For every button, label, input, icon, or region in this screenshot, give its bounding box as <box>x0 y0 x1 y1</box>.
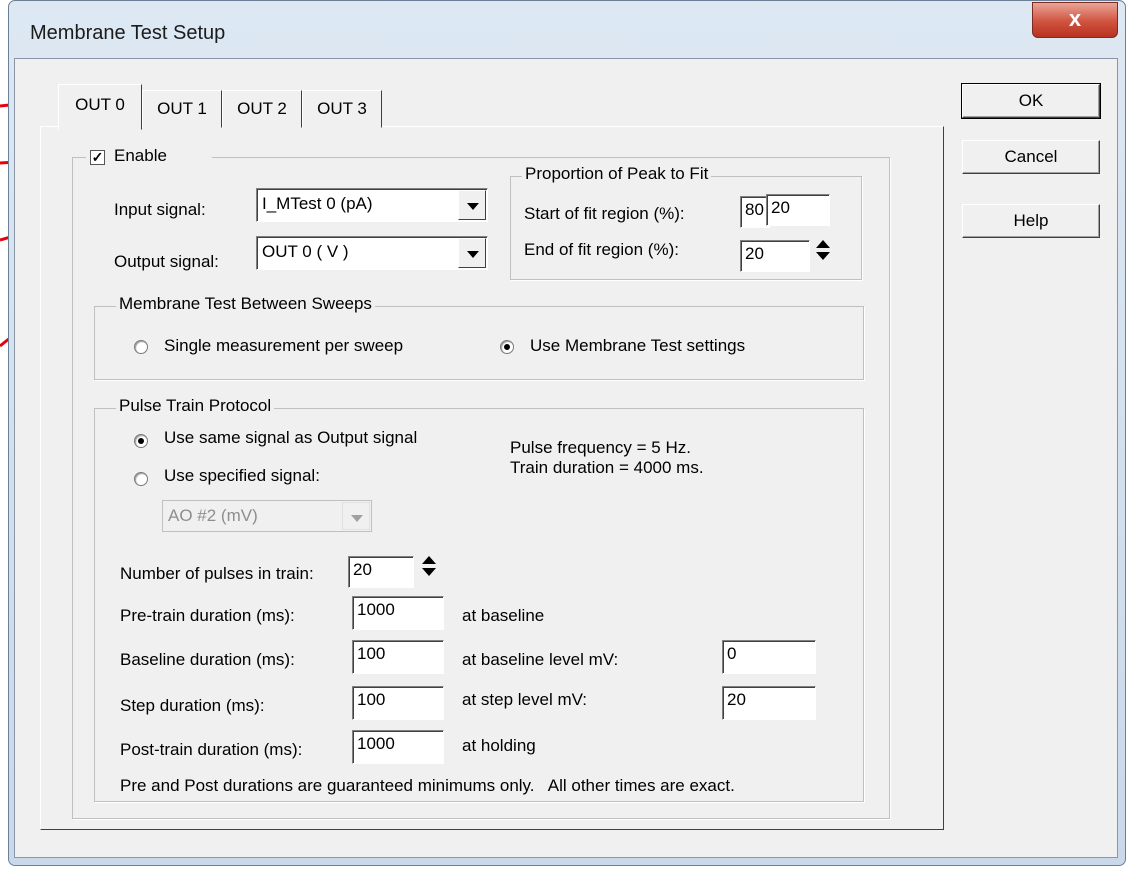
help-button[interactable]: Help <box>962 204 1100 238</box>
step-duration-label: Step duration (ms): <box>120 696 265 715</box>
specified-signal-select: AO #2 (mV) <box>162 500 372 532</box>
single-measurement-label: Single measurement per sweep <box>164 336 404 355</box>
pre-train-label: Pre-train duration (ms): <box>120 606 295 625</box>
between-sweeps-title: Membrane Test Between Sweeps <box>116 294 375 314</box>
post-train-suffix: at holding <box>462 736 536 755</box>
fit-end-label: End of fit region (%): <box>524 240 679 259</box>
pulse-frequency-text: Pulse frequency = 5 Hz. <box>510 438 691 457</box>
num-pulses-label: Number of pulses in train: <box>120 564 314 583</box>
specified-signal-label: Use specified signal: <box>164 466 320 485</box>
pre-train-input[interactable]: 1000 <box>352 596 444 630</box>
step-duration-input[interactable]: 100 <box>352 686 444 720</box>
input-signal-value: I_MTest 0 (pA) <box>262 194 373 213</box>
num-pulses-spinner[interactable] <box>422 556 442 584</box>
cancel-button[interactable]: Cancel <box>962 140 1100 174</box>
num-pulses-input[interactable]: 20 <box>348 556 414 588</box>
post-train-input[interactable]: 1000 <box>352 730 444 764</box>
pulse-train-title: Pulse Train Protocol <box>116 396 275 416</box>
duration-note: Pre and Post durations are guaranteed mi… <box>120 776 735 795</box>
output-signal-label: Output signal: <box>114 252 219 271</box>
output-signal-value: OUT 0 ( V ) <box>262 242 349 261</box>
spin-up-icon[interactable] <box>422 556 436 564</box>
baseline-duration-label: Baseline duration (ms): <box>120 650 295 669</box>
chevron-down-icon[interactable] <box>458 190 486 220</box>
tab-out-0[interactable]: OUT 0 <box>58 84 142 130</box>
chevron-down-icon <box>342 502 370 530</box>
fit-end-input[interactable]: 20 <box>740 240 810 272</box>
fit-end-spinner[interactable] <box>816 240 836 268</box>
enable-label: Enable <box>114 146 167 165</box>
radio-use-membrane-settings[interactable] <box>500 340 514 354</box>
input-signal-select[interactable]: I_MTest 0 (pA) <box>256 188 488 222</box>
specified-signal-value: AO #2 (mV) <box>168 506 258 525</box>
step-level-input[interactable]: 20 <box>722 686 816 720</box>
radio-single-measurement[interactable] <box>134 340 148 354</box>
baseline-level-label: at baseline level mV: <box>462 650 619 669</box>
enable-checkbox[interactable]: ✓ <box>90 150 105 165</box>
pre-train-suffix: at baseline <box>462 606 545 625</box>
spin-down-icon[interactable] <box>816 252 830 260</box>
output-signal-select[interactable]: OUT 0 ( V ) <box>256 236 488 270</box>
tab-out-1[interactable]: OUT 1 <box>142 90 222 128</box>
fit-start-input[interactable]: 20 <box>766 194 830 226</box>
radio-specified-signal[interactable] <box>134 472 148 486</box>
tab-out-3[interactable]: OUT 3 <box>302 90 382 128</box>
fit-start-label: Start of fit region (%): <box>524 204 685 223</box>
spin-down-icon[interactable] <box>422 568 436 576</box>
input-signal-label: Input signal: <box>114 200 206 219</box>
radio-same-signal[interactable] <box>134 434 148 448</box>
close-button[interactable]: x <box>1032 2 1118 38</box>
train-duration-text: Train duration = 4000 ms. <box>510 458 704 477</box>
same-signal-label: Use same signal as Output signal <box>164 428 418 447</box>
step-level-label: at step level mV: <box>462 690 588 709</box>
fit-group-title: Proportion of Peak to Fit <box>522 164 712 184</box>
baseline-level-input[interactable]: 0 <box>722 640 816 674</box>
ok-button[interactable]: OK <box>961 83 1101 119</box>
spin-up-icon[interactable] <box>816 240 830 248</box>
use-membrane-settings-label: Use Membrane Test settings <box>530 336 746 355</box>
post-train-label: Post-train duration (ms): <box>120 740 303 759</box>
dialog-title: Membrane Test Setup <box>30 22 226 44</box>
tab-out-2[interactable]: OUT 2 <box>222 90 302 128</box>
baseline-duration-input[interactable]: 100 <box>352 640 444 674</box>
chevron-down-icon[interactable] <box>458 238 486 268</box>
